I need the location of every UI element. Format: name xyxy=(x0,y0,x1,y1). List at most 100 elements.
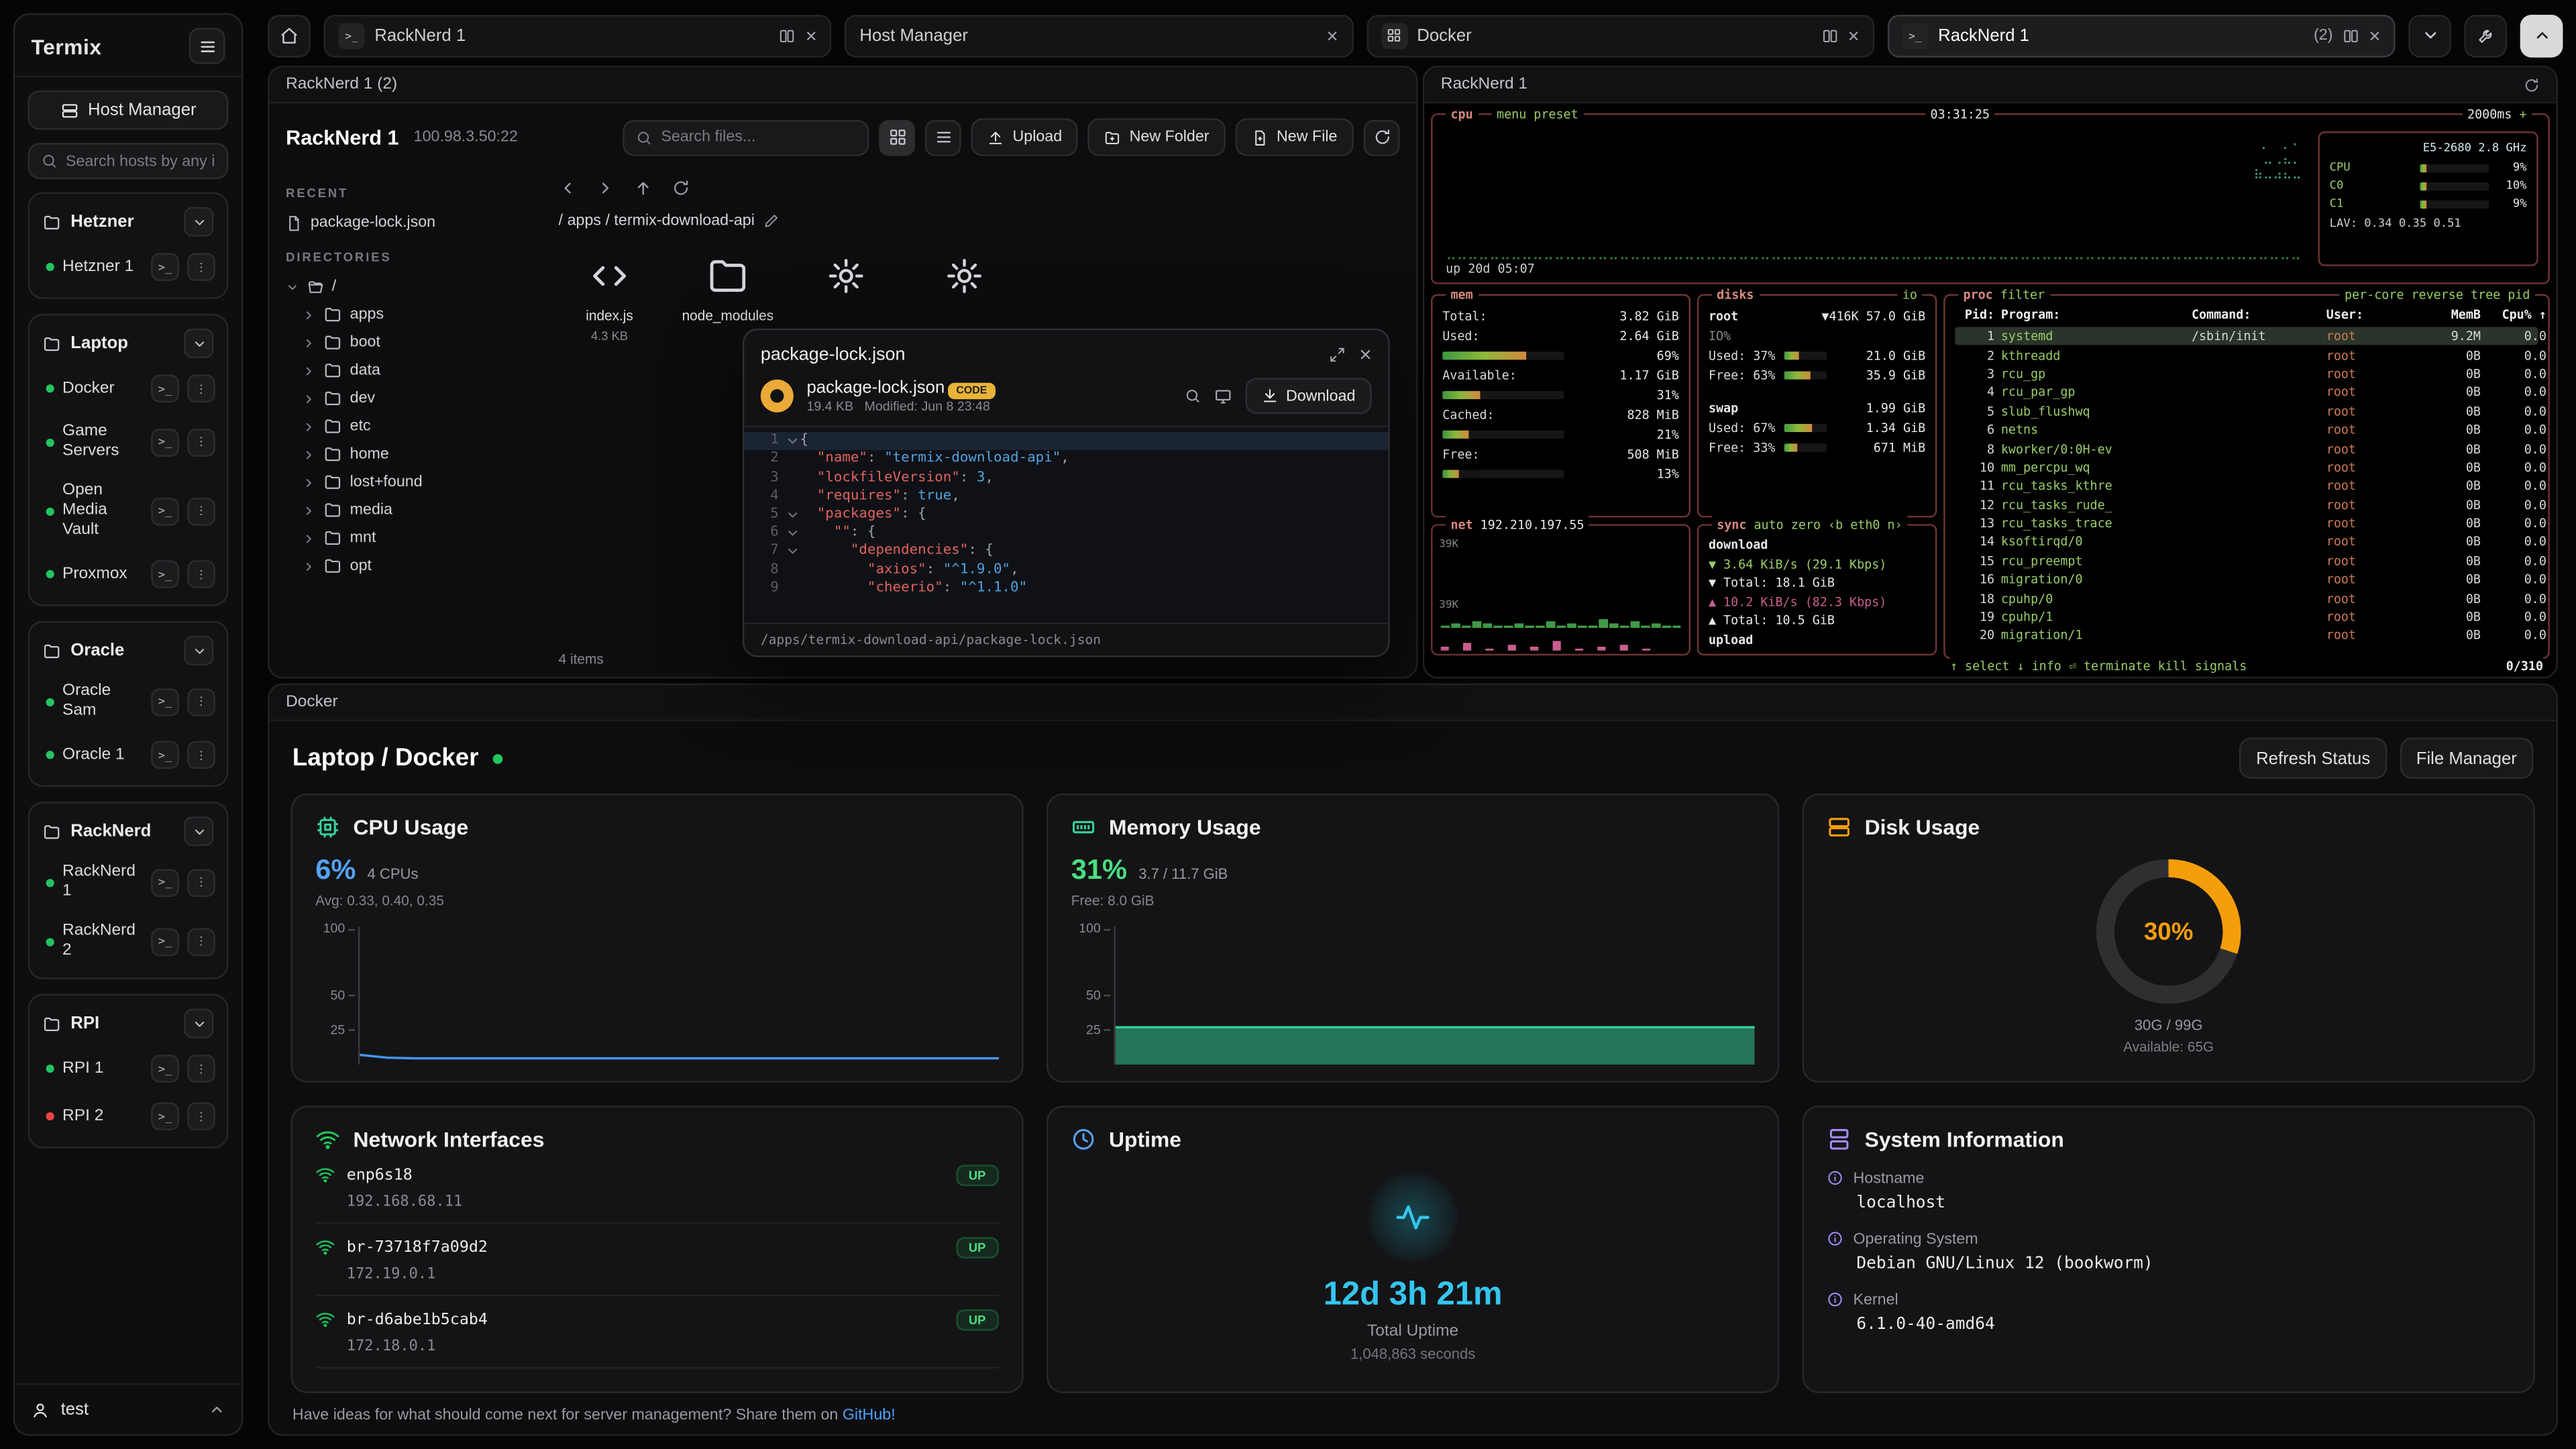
process-row[interactable]: 3rcu_gproot0B0.0 xyxy=(1955,364,2538,383)
list-view-button[interactable] xyxy=(926,119,962,156)
connect-terminal-button[interactable]: >_ xyxy=(151,497,179,525)
process-row[interactable]: 12rcu_tasks_rude_root0B0.0 xyxy=(1955,495,2538,514)
up-directory-button[interactable] xyxy=(634,179,652,197)
sync-icon[interactable] xyxy=(2524,76,2540,93)
refresh-status-button[interactable]: Refresh Status xyxy=(2240,738,2387,779)
grid-view-button[interactable] xyxy=(879,119,916,156)
process-row[interactable]: 4rcu_par_gproot0B0.0 xyxy=(1955,383,2538,402)
process-row[interactable]: 1systemd/sbin/initroot9.2M0.0 xyxy=(1955,327,2538,345)
process-row[interactable]: 2kthreaddroot0B0.0 xyxy=(1955,345,2538,364)
file-item[interactable]: index.js4.3 KB xyxy=(559,250,661,343)
new-folder-button[interactable]: New Folder xyxy=(1088,118,1226,156)
github-link[interactable]: GitHub! xyxy=(843,1406,896,1424)
sidebar-host-item[interactable]: RPI 1>_⋮ xyxy=(38,1045,218,1093)
group-header[interactable]: Hetzner xyxy=(38,201,218,244)
kebab-menu-button[interactable]: ⋮ xyxy=(187,927,215,955)
sidebar-host-item[interactable]: RackNerd 1>_⋮ xyxy=(38,853,218,912)
user-footer[interactable]: test xyxy=(15,1383,241,1434)
code-preview[interactable]: 1{2 "name": "termix-download-api",3 "loc… xyxy=(744,426,1388,625)
back-button[interactable] xyxy=(559,179,577,197)
recent-file-item[interactable]: package-lock.json xyxy=(286,209,523,237)
forward-button[interactable] xyxy=(596,179,614,197)
connect-terminal-button[interactable]: >_ xyxy=(151,560,179,588)
collapse-button[interactable] xyxy=(2520,14,2563,57)
tab-host-manager[interactable]: Host Manager × xyxy=(845,14,1352,57)
process-row[interactable]: 20migration/1root0B0.0 xyxy=(1955,627,2538,645)
process-row[interactable]: 5slub_flushwqroot0B0.0 xyxy=(1955,402,2538,421)
connect-terminal-button[interactable]: >_ xyxy=(151,927,179,955)
connect-terminal-button[interactable]: >_ xyxy=(151,428,179,456)
chevron-down-icon[interactable] xyxy=(184,636,213,665)
sidebar-host-item[interactable]: Hetzner 1>_⋮ xyxy=(38,243,218,290)
kebab-menu-button[interactable]: ⋮ xyxy=(187,868,215,896)
process-row[interactable]: 18cpuhp/0root0B0.0 xyxy=(1955,589,2538,608)
upload-button[interactable]: Upload xyxy=(971,118,1078,156)
connect-terminal-button[interactable]: >_ xyxy=(151,1102,179,1130)
tree-directory[interactable]: mnt xyxy=(286,524,523,552)
tree-directory[interactable]: etc xyxy=(286,413,523,441)
tree-directory[interactable]: media xyxy=(286,496,523,525)
sidebar-host-item[interactable]: Open Media Vault>_⋮ xyxy=(38,472,218,551)
sidebar-host-item[interactable]: RackNerd 2>_⋮ xyxy=(38,912,218,971)
tree-directory[interactable]: dev xyxy=(286,384,523,413)
breadcrumb[interactable]: / apps / termix-download-api xyxy=(559,212,1397,230)
process-row[interactable]: 11rcu_tasks_kthreroot0B0.0 xyxy=(1955,477,2538,496)
sidebar-host-item[interactable]: RPI 2>_⋮ xyxy=(38,1093,218,1140)
hamburger-menu-button[interactable] xyxy=(189,28,225,64)
kebab-menu-button[interactable]: ⋮ xyxy=(187,497,215,525)
tabs-dropdown-button[interactable] xyxy=(2408,14,2451,57)
expand-icon[interactable] xyxy=(1330,346,1346,362)
file-manager-button[interactable]: File Manager xyxy=(2400,738,2533,779)
search-in-file-icon[interactable] xyxy=(1184,388,1200,404)
tab-racknerd-1[interactable]: >_ RackNerd 1 × xyxy=(323,14,831,57)
admin-wrench-button[interactable] xyxy=(2464,14,2507,57)
sidebar-host-item[interactable]: Oracle Sam>_⋮ xyxy=(38,672,218,731)
kebab-menu-button[interactable]: ⋮ xyxy=(187,688,215,716)
new-file-button[interactable]: New File xyxy=(1236,118,1354,156)
host-search[interactable] xyxy=(28,143,229,179)
process-row[interactable]: 13rcu_tasks_traceroot0B0.0 xyxy=(1955,514,2538,533)
close-icon[interactable]: × xyxy=(1359,341,1372,366)
refresh-button[interactable] xyxy=(1364,119,1400,156)
kebab-menu-button[interactable]: ⋮ xyxy=(187,1102,215,1130)
kebab-menu-button[interactable]: ⋮ xyxy=(187,560,215,588)
file-search-input[interactable] xyxy=(661,128,856,146)
tree-directory[interactable]: apps xyxy=(286,301,523,329)
split-icon[interactable] xyxy=(1821,27,1837,43)
host-manager-button[interactable]: Host Manager xyxy=(28,91,229,130)
group-header[interactable]: RPI xyxy=(38,1002,218,1045)
split-icon[interactable] xyxy=(779,27,795,43)
process-row[interactable]: 19cpuhp/1root0B0.0 xyxy=(1955,608,2538,627)
sidebar-host-item[interactable]: Docker>_⋮ xyxy=(38,365,218,413)
tree-directory[interactable]: data xyxy=(286,356,523,384)
process-row[interactable]: 8kworker/0:0H-evroot0B0.0 xyxy=(1955,439,2538,458)
tree-root[interactable]: / xyxy=(286,273,523,301)
connect-terminal-button[interactable]: >_ xyxy=(151,868,179,896)
split-icon[interactable] xyxy=(2343,27,2359,43)
chevron-down-icon[interactable] xyxy=(184,329,213,358)
edit-path-icon[interactable] xyxy=(765,213,780,228)
connect-terminal-button[interactable]: >_ xyxy=(151,1055,179,1083)
tree-directory[interactable]: opt xyxy=(286,552,523,580)
process-row[interactable]: 14ksoftirqd/0root0B0.0 xyxy=(1955,533,2538,551)
connect-terminal-button[interactable]: >_ xyxy=(151,374,179,402)
tree-directory[interactable]: home xyxy=(286,440,523,468)
terminal[interactable]: cpu menu preset 03:31:25 2000ms + ⢀ ⡀⠄⣀⢀… xyxy=(1424,103,2556,677)
close-icon[interactable]: × xyxy=(2369,25,2380,45)
refresh-directory-button[interactable] xyxy=(672,179,690,197)
chevron-down-icon[interactable] xyxy=(184,816,213,846)
group-header[interactable]: RackNerd xyxy=(38,810,218,853)
chevron-down-icon[interactable] xyxy=(184,1009,213,1038)
tab-docker[interactable]: Docker × xyxy=(1366,14,1874,57)
close-icon[interactable]: × xyxy=(806,25,817,45)
sidebar-host-item[interactable]: Game Servers>_⋮ xyxy=(38,413,218,472)
tab-racknerd-1-active[interactable]: >_ RackNerd 1 (2) × xyxy=(1887,14,2395,57)
kebab-menu-button[interactable]: ⋮ xyxy=(187,428,215,456)
connect-terminal-button[interactable]: >_ xyxy=(151,688,179,716)
process-row[interactable]: 10mm_percpu_wqroot0B0.0 xyxy=(1955,458,2538,477)
chevron-up-icon[interactable] xyxy=(209,1401,225,1417)
chevron-down-icon[interactable] xyxy=(184,207,213,237)
tree-directory[interactable]: lost+found xyxy=(286,468,523,496)
close-icon[interactable]: × xyxy=(1847,25,1859,45)
download-button[interactable]: Download xyxy=(1245,378,1372,414)
